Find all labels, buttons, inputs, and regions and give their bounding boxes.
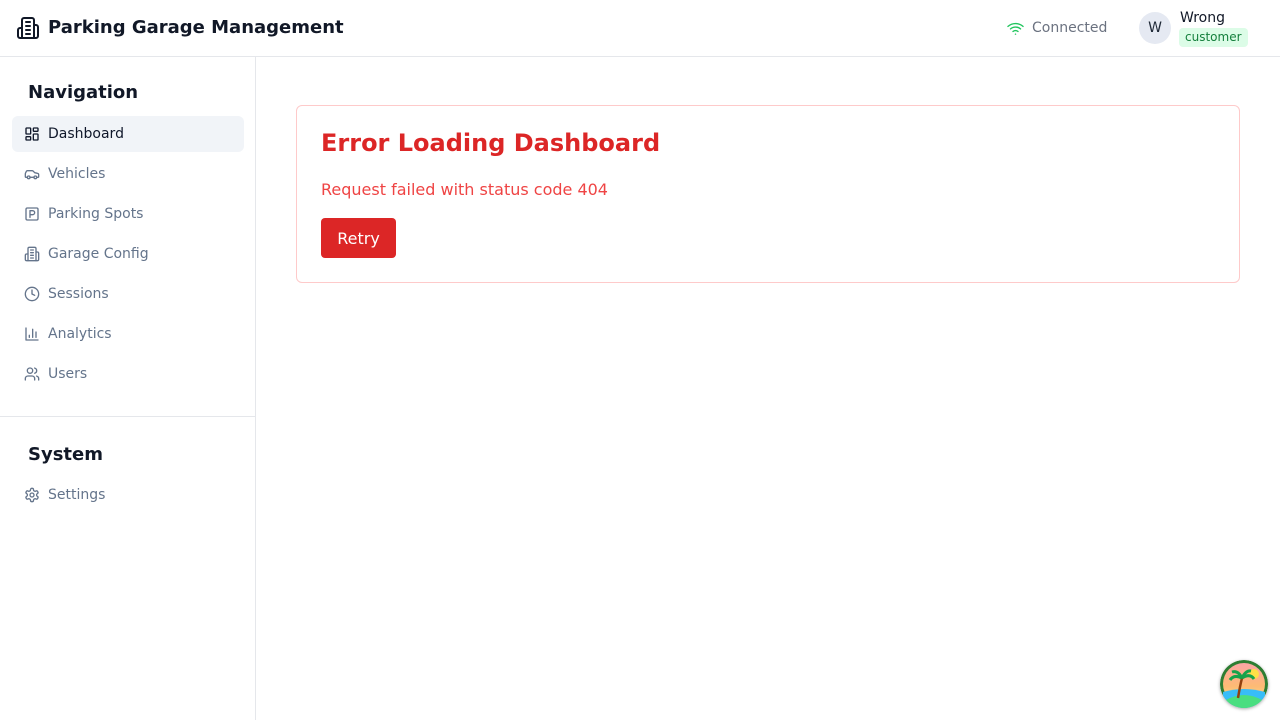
connection-status-label: Connected [1032,20,1108,36]
clock-icon [24,286,40,302]
sidebar-item-label: Vehicles [48,166,106,182]
building-icon [24,246,40,262]
error-message: Request failed with status code 404 [321,180,608,199]
sidebar-item-settings[interactable]: Settings [12,477,244,513]
user-name: Wrong [1180,10,1225,26]
sidebar-item-label: Parking Spots [48,206,144,222]
sidebar-item-label: Dashboard [48,126,124,142]
sidebar-item-vehicles[interactable]: Vehicles [12,156,244,192]
sidebar-item-label: Garage Config [48,246,149,262]
dashboard-icon [25,127,39,141]
system-section-title: System [28,444,103,465]
brand: Parking Garage Management [16,16,344,40]
sidebar-item-users[interactable]: Users [12,356,244,392]
user-role-badge: customer [1179,28,1248,47]
palm-tree-icon [1220,660,1268,708]
connection-status: Connected [1007,19,1107,37]
wifi-icon [1007,22,1024,35]
sidebar-divider [0,416,255,417]
car-icon [24,170,40,180]
error-title: Error Loading Dashboard [321,129,661,157]
error-card: Error Loading Dashboard Request failed w… [296,105,1240,283]
retry-button[interactable]: Retry [321,218,396,258]
sidebar-item-analytics[interactable]: Analytics [12,316,244,352]
user-avatar[interactable]: W [1139,12,1171,44]
gear-icon [25,487,39,503]
sidebar-item-garage-config[interactable]: Garage Config [12,236,244,272]
bar-chart-icon [25,327,39,341]
sidebar-item-label: Analytics [48,326,112,342]
navigation-section-title: Navigation [28,82,139,103]
floating-assistant-button[interactable] [1220,660,1268,708]
sidebar-item-label: Settings [48,487,106,503]
sidebar-item-label: Sessions [48,286,109,302]
users-icon [24,367,40,381]
sidebar-item-label: Users [48,366,88,382]
parking-icon [25,207,39,221]
sidebar-item-sessions[interactable]: Sessions [12,276,244,312]
building-icon [17,17,39,39]
app-title: Parking Garage Management [48,17,344,38]
sidebar-item-dashboard[interactable]: Dashboard [12,116,244,152]
sidebar-item-parking-spots[interactable]: Parking Spots [12,196,244,232]
top-header: Parking Garage Management Connected W Wr… [0,0,1280,57]
sidebar: Navigation Dashboard Vehicles Parking Sp… [0,57,256,720]
